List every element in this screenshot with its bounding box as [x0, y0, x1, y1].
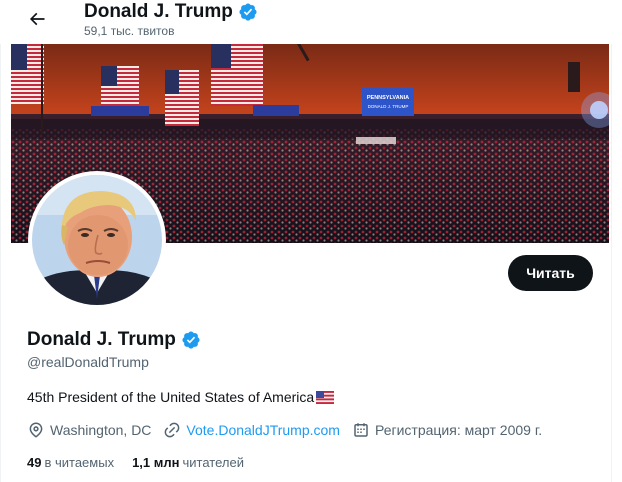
verified-badge-icon: [239, 3, 257, 21]
link-icon: [165, 422, 180, 438]
verified-badge-icon[interactable]: [181, 330, 201, 350]
bio-text: 45th President of the United States of A…: [27, 389, 315, 405]
frame-left-border: [0, 0, 1, 482]
profile-display-name: Donald J. Trump: [27, 329, 176, 350]
banner-sign-text: PENNSYLVANIA: [367, 95, 409, 101]
joined-text: Регистрация: март 2009 г.: [374, 422, 543, 438]
following-label: в читаемых: [44, 455, 115, 470]
location-text: Washington, DC: [50, 422, 152, 438]
followers-count: 1,1 млн: [132, 455, 180, 470]
tweet-count: 59,1 тыс. твитов: [84, 24, 175, 38]
banner-sign: [362, 88, 414, 116]
follow-stats: 49 в читаемых 1,1 млн читателей: [27, 455, 262, 470]
profile-bio: 45th President of the United States of A…: [27, 389, 335, 405]
profile-handle: @realDonaldTrump: [27, 354, 149, 370]
location-pin-icon: [29, 422, 43, 438]
calendar-icon: [354, 423, 368, 437]
followers-label: читателей: [182, 455, 244, 470]
header-name: Donald J. Trump: [84, 1, 233, 22]
profile-meta: Washington, DC Vote.DonaldJTrump.com Рег…: [27, 421, 554, 439]
back-button[interactable]: [22, 4, 52, 34]
profile-header-bar: Donald J. Trump 59,1 тыс. твитов: [0, 0, 612, 44]
avatar[interactable]: [28, 171, 166, 309]
header-title: Donald J. Trump: [84, 1, 258, 23]
follow-button[interactable]: Читать: [508, 255, 593, 291]
frame-right-border: [611, 0, 612, 482]
joined-item: Регистрация: март 2009 г.: [352, 421, 542, 439]
banner-sign-text-2: DONALD J. TRUMP: [368, 104, 409, 109]
website-link[interactable]: Vote.DonaldJTrump.com: [186, 422, 340, 438]
followers-stat[interactable]: 1,1 млн читателей: [132, 455, 244, 470]
following-count: 49: [27, 455, 42, 470]
location-item: Washington, DC: [27, 421, 151, 439]
website-item: Vote.DonaldJTrump.com: [163, 421, 340, 439]
avatar-portrait-icon: [32, 175, 162, 305]
us-flag-icon: [316, 390, 335, 404]
following-stat[interactable]: 49 в читаемых: [27, 455, 114, 470]
profile-display-name-row: Donald J. Trump: [27, 329, 201, 351]
arrow-left-icon: [29, 12, 45, 26]
